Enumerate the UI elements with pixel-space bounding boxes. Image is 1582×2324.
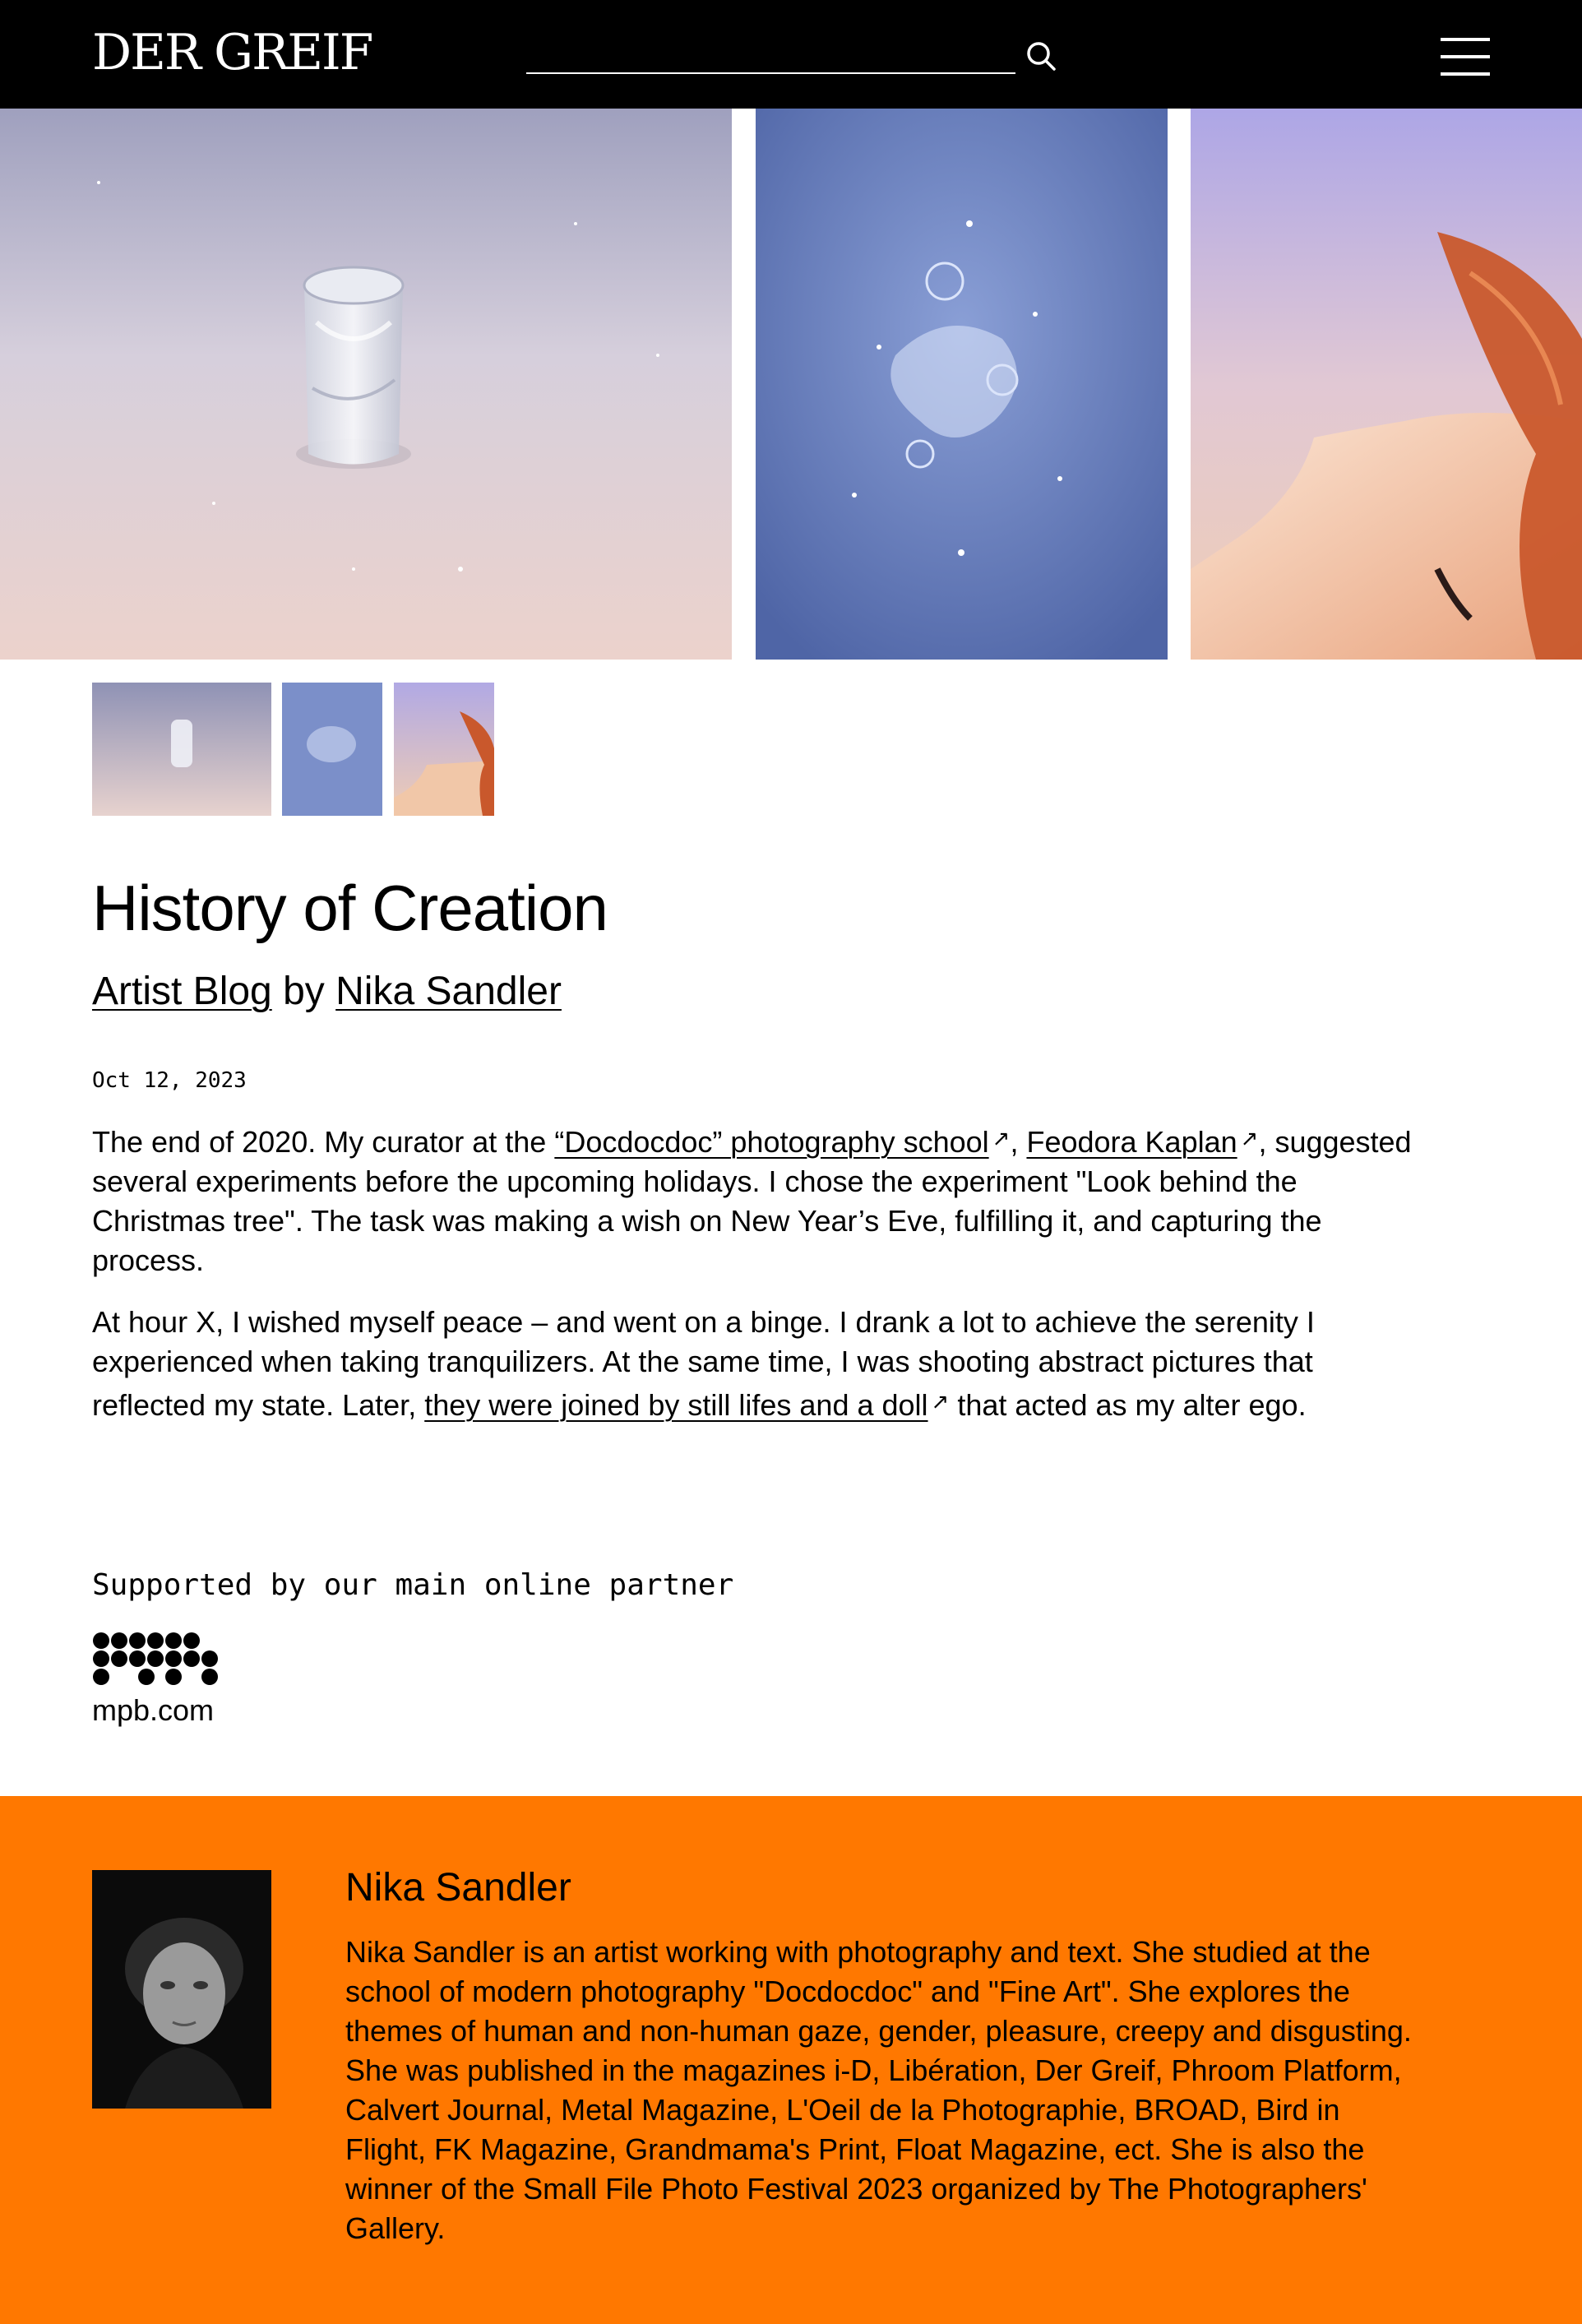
bio-text: Nika Sandler is an artist working with p… [345,1935,1412,2245]
gallery-image-doll[interactable] [1191,109,1582,660]
image-gallery[interactable] [0,109,1582,660]
external-link-icon: ↗ [992,1126,1011,1150]
publish-date: Oct 12, 2023 [92,1068,247,1093]
site-logo[interactable]: DER GREIF [92,23,373,82]
article-subtitle: Artist Blog by Nika Sandler [92,965,562,1018]
external-link-icon: ↗ [931,1389,950,1414]
thumbnail-glass[interactable] [92,683,271,816]
page-title: History of Creation [92,872,608,944]
search-input[interactable] [526,72,1015,74]
paragraph-text: that acted as my alter ego. [949,1388,1307,1422]
gallery-image-glass[interactable] [0,109,732,660]
gallery-image-water[interactable] [756,109,1168,660]
external-link-icon: ↗ [1240,1126,1259,1150]
by-text: by [283,970,325,1013]
author-link[interactable]: Nika Sandler [335,970,562,1013]
search-icon[interactable] [1025,39,1057,72]
menu-icon[interactable] [1441,38,1490,76]
thumbnail-water[interactable] [282,683,382,816]
mpb-logo-icon[interactable] [92,1632,220,1686]
school-link[interactable]: “Docdocdoc” photography school [554,1125,988,1159]
author-bio: Nika Sandler Nika Sandler is an artist w… [0,1796,1582,2324]
category-link[interactable]: Artist Blog [92,970,272,1013]
thumbnail-doll[interactable] [394,683,494,816]
bio-author-name: Nika Sandler [345,1866,571,1910]
still-lifes-link[interactable]: they were joined by still lifes and a do… [424,1388,927,1422]
article-paragraph-1: The end of 2020. My curator at the “Docd… [92,1118,1424,1280]
sponsor-label: Supported by our main online partner [92,1568,734,1602]
sponsor-name[interactable]: mpb.com [92,1691,214,1730]
paragraph-text: The end of 2020. My curator at the [92,1125,555,1159]
site-header: DER GREIF [0,0,1582,109]
curator-link[interactable]: Feodora Kaplan [1026,1125,1237,1159]
article-paragraph-2: At hour X, I wished myself peace – and w… [92,1303,1424,1425]
author-portrait [92,1870,271,2109]
paragraph-text: , [1010,1125,1027,1159]
